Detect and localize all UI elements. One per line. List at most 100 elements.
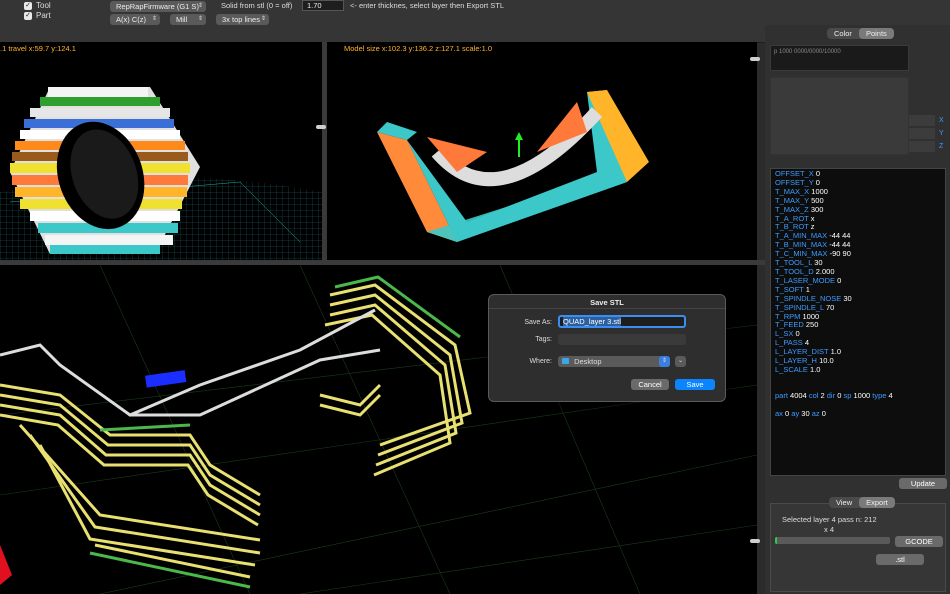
travel-label: .1 travel x:59.7 y:124.1 — [0, 44, 76, 53]
scroll-handle-bottom[interactable] — [750, 539, 760, 543]
param-row: L_SCALE 1.0 — [775, 364, 941, 375]
z-field[interactable] — [909, 141, 935, 152]
expand-button[interactable]: ⌄ — [675, 356, 686, 367]
x-field[interactable] — [909, 115, 935, 126]
status-value: 0 — [785, 408, 790, 418]
param-value: 30 — [814, 258, 823, 268]
param-row: T_FEED 250 — [775, 320, 941, 330]
param-value: 250 — [805, 320, 819, 330]
param-key: T_SPINDLE_NOSE — [775, 293, 842, 303]
thickness-hint: <- enter thicknes, select layer then Exp… — [350, 1, 505, 10]
param-value: 1.0 — [810, 364, 821, 374]
export-progress-bar — [775, 537, 890, 544]
param-value: 0 — [815, 177, 820, 187]
progress-fill — [775, 537, 778, 544]
axis-select[interactable]: A(x) C(z) ⇕ — [110, 14, 160, 25]
param-value: 0 — [837, 275, 842, 285]
param-value: 1000 — [802, 311, 820, 321]
points-list[interactable] — [770, 77, 909, 155]
param-key: T_FEED — [775, 320, 804, 330]
tab-color[interactable]: Color — [827, 28, 859, 39]
tool-checkbox[interactable]: ✓ Tool — [24, 1, 51, 10]
status-value: 0 — [837, 390, 842, 400]
status-key: sp — [843, 390, 852, 400]
chevron-updown-icon: ⇕ — [659, 356, 670, 367]
save-as-label: Save As: — [524, 319, 552, 326]
status-key: col — [808, 390, 819, 400]
param-key: T_C_MIN_MAX — [775, 249, 828, 259]
status-key: ax — [775, 408, 783, 418]
parameters-editor[interactable]: OFFSET_X 0 OFFSET_Y 0 T_MAX_X 1000 T_MAX_Y … — [770, 168, 946, 476]
param-value: -44 44 — [829, 240, 851, 250]
tab-points[interactable]: Points — [858, 28, 894, 39]
lines-select-value: 3x top lines — [222, 15, 260, 24]
where-select[interactable]: Desktop ⇕ — [558, 356, 670, 367]
filename-input[interactable]: QUAD_layer 3.stl — [558, 315, 686, 328]
param-value: -90 90 — [829, 249, 851, 259]
stl-button[interactable]: .stl — [876, 554, 924, 565]
x-axis-label: X — [939, 117, 944, 124]
chevron-updown-icon: ⇕ — [151, 16, 157, 22]
mode-select-value: Mill — [176, 15, 188, 24]
cancel-button[interactable]: Cancel — [631, 379, 669, 390]
param-value: -44 44 — [829, 231, 851, 241]
where-label: Where: — [529, 358, 552, 365]
param-value: 0 — [795, 329, 800, 339]
param-value: 1000 — [811, 186, 828, 196]
save-stl-dialog: Save STL Save As: QUAD_layer 3.stl Tags:… — [488, 294, 726, 402]
param-key: T_A_MIN_MAX — [775, 231, 828, 241]
param-value: 1.0 — [830, 347, 842, 357]
param-value: 1 — [805, 284, 810, 294]
status-key: az — [811, 408, 820, 418]
y-axis-label: Y — [939, 130, 944, 137]
lines-select[interactable]: 3x top lines ⇕ — [216, 14, 269, 25]
splitter-handle[interactable] — [316, 125, 326, 129]
tags-input[interactable] — [558, 334, 686, 345]
param-key: T_B_ROT — [775, 222, 809, 232]
chevron-updown-icon: ⇕ — [197, 16, 203, 22]
status-value: 0 — [821, 408, 826, 418]
status-key: ay — [791, 408, 800, 418]
param-key: T_MAX_Z — [775, 204, 809, 214]
param-key: L_LAYER_H — [775, 356, 817, 366]
thickness-input[interactable]: 1.70 — [302, 0, 344, 11]
part-preview-render — [0, 87, 322, 260]
param-key: T_TOOL_D — [775, 266, 814, 276]
param-key: T_A_ROT — [775, 213, 809, 223]
tab-view[interactable]: View — [829, 497, 859, 508]
y-field[interactable] — [909, 128, 935, 139]
param-key: L_LAYER_DIST — [775, 347, 829, 357]
tab-export[interactable]: Export — [859, 497, 895, 508]
tags-label: Tags: — [535, 336, 552, 343]
status-value: 4004 — [790, 390, 807, 400]
part-checkbox-label: Part — [36, 11, 51, 20]
param-value: 70 — [826, 302, 835, 312]
status-value: 1000 — [853, 390, 871, 400]
part-checkbox[interactable]: ✓ Part — [24, 11, 51, 20]
firmware-select-value: RepRapFirmware (G1 S) — [116, 2, 199, 11]
status-value: 4 — [888, 390, 893, 400]
update-button[interactable]: Update — [899, 478, 947, 489]
view-export-tabs[interactable]: View Export — [829, 497, 895, 508]
param-key: T_SOFT — [775, 284, 804, 294]
dialog-title: Save STL — [590, 298, 624, 307]
save-button[interactable]: Save — [675, 379, 715, 390]
filename-value: QUAD_layer 3.stl — [563, 317, 621, 326]
viewport-top-right[interactable]: Model size x:102.3 y:136.2 z:127.1 scale… — [327, 42, 757, 260]
model-preview-render — [377, 90, 649, 242]
parameter-list: OFFSET_X 0 OFFSET_Y 0 T_MAX_X 1000 T_MAX_Y … — [775, 169, 941, 375]
status-value: 2 — [820, 390, 825, 400]
gcode-button[interactable]: GCODE — [895, 536, 943, 547]
scroll-handle-top[interactable] — [750, 57, 760, 61]
param-key: OFFSET_Y — [775, 177, 814, 187]
param-key: T_B_MIN_MAX — [775, 240, 828, 250]
checkmark-icon: ✓ — [24, 1, 32, 10]
viewport-top-left[interactable]: .1 travel x:59.7 y:124.1 — [0, 42, 322, 260]
where-value: Desktop — [574, 357, 602, 366]
status-key: type — [872, 390, 887, 400]
firmware-select[interactable]: RepRapFirmware (G1 S) ⇕ — [110, 1, 206, 12]
param-value: 500 — [811, 195, 824, 205]
mode-select[interactable]: Mill ⇕ — [170, 14, 206, 25]
color-points-tabs[interactable]: Color Points — [827, 28, 894, 39]
status-key: dir — [826, 390, 836, 400]
